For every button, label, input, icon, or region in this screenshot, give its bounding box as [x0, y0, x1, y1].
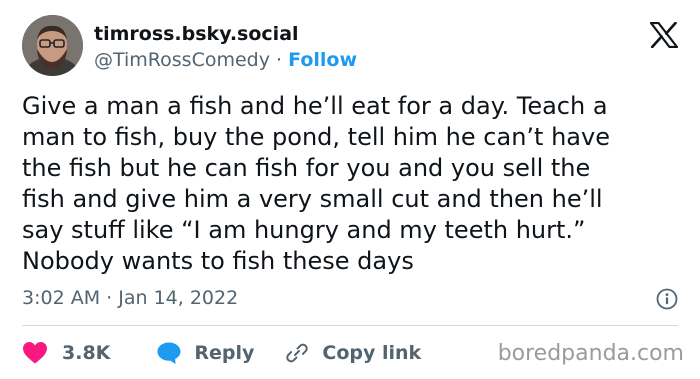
avatar[interactable]	[22, 15, 83, 76]
tweet-time[interactable]: 3:02 AM	[22, 287, 100, 309]
info-icon[interactable]	[656, 288, 678, 310]
heart-icon	[23, 342, 47, 364]
handle-row: @TimRossComedy · Follow	[94, 49, 357, 71]
tweet-line: the fish but he can fish for you and you…	[22, 154, 591, 182]
follow-button[interactable]: Follow	[288, 49, 357, 71]
divider	[22, 325, 678, 326]
speech-bubble-icon	[157, 342, 181, 364]
watermark: boredpanda.com	[497, 341, 684, 366]
tweet-line: Nobody wants to fish these days	[22, 247, 414, 275]
tweet-date[interactable]: Jan 14, 2022	[118, 287, 238, 309]
tweet-line: man to fish, buy the pond, tell him he c…	[22, 123, 610, 151]
copy-link-label: Copy link	[322, 342, 422, 364]
link-icon	[286, 343, 309, 363]
display-name[interactable]: timross.bsky.social	[94, 23, 299, 45]
action-bar: 3.8K Reply Copy link	[22, 340, 421, 366]
reply-label: Reply	[194, 342, 255, 364]
like-button[interactable]: 3.8K	[22, 341, 110, 365]
tweet-timestamp[interactable]: 3:02 AM · Jan 14, 2022	[22, 287, 238, 309]
like-count: 3.8K	[62, 342, 111, 364]
tweet-line: say stuff like “I am hungry and my teeth…	[22, 216, 586, 244]
tweet-line: fish and give him a very small cut and t…	[22, 185, 603, 213]
separator-dot: ·	[276, 49, 283, 71]
reply-button[interactable]: Reply	[156, 341, 254, 365]
tweet-text: Give a man a fish and he’ll eat for a da…	[22, 91, 662, 277]
copy-link-button[interactable]: Copy link	[284, 340, 421, 366]
tweet-line: Give a man a fish and he’ll eat for a da…	[22, 92, 608, 120]
separator-dot: ·	[106, 287, 113, 309]
x-logo-icon[interactable]	[649, 21, 679, 49]
user-handle[interactable]: @TimRossComedy	[94, 49, 270, 71]
